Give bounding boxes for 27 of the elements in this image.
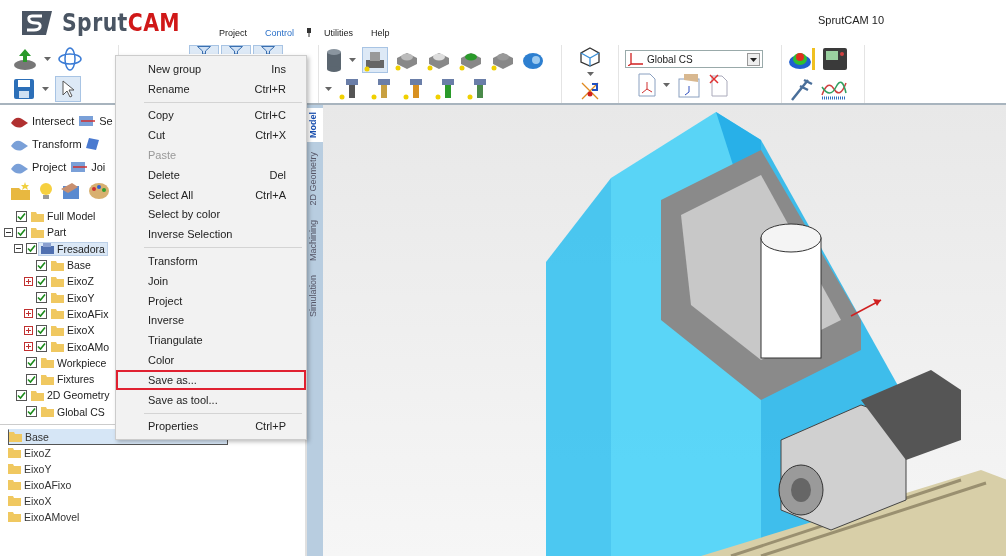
shortcut-label: Ctrl+P <box>255 420 286 433</box>
shortcut-label: Ins <box>271 62 286 75</box>
menu-item-label: Save as... <box>148 373 197 386</box>
menu-item-label: Save as tool... <box>148 393 218 406</box>
menu-item-label: Color <box>148 354 175 367</box>
menu-item-label: Delete <box>148 168 180 181</box>
menu-item-label: Transform <box>148 255 198 268</box>
menu-item-label: Copy <box>148 109 174 122</box>
menu-item-label: Join <box>148 274 169 287</box>
menu-item-label: Paste <box>148 149 177 162</box>
shortcut-label: Del <box>269 168 286 181</box>
menu-item-label: Cut <box>148 129 166 142</box>
shortcut-label: Ctrl+R <box>254 82 286 95</box>
menu-item-label: Inverse <box>148 314 185 327</box>
menu-item-label: Select by color <box>148 208 221 221</box>
shortcut-label: Ctrl+A <box>255 188 286 201</box>
shortcut-label: Ctrl+X <box>255 129 286 142</box>
window-title: SprutCAM 10 <box>817 13 884 26</box>
menu-item-label: Project <box>148 294 183 307</box>
menu-item-label: Triangulate <box>148 334 203 347</box>
menu-item-label: Inverse Selection <box>148 228 233 241</box>
menu-item-label: Rename <box>148 82 190 95</box>
app-logo: SprutCAM <box>62 8 181 37</box>
menu-item-label: Properties <box>148 420 199 433</box>
menu-item-label: Select All <box>148 188 194 201</box>
shortcut-label: Ctrl+C <box>254 109 286 122</box>
menu-item-label: New group <box>148 62 202 75</box>
